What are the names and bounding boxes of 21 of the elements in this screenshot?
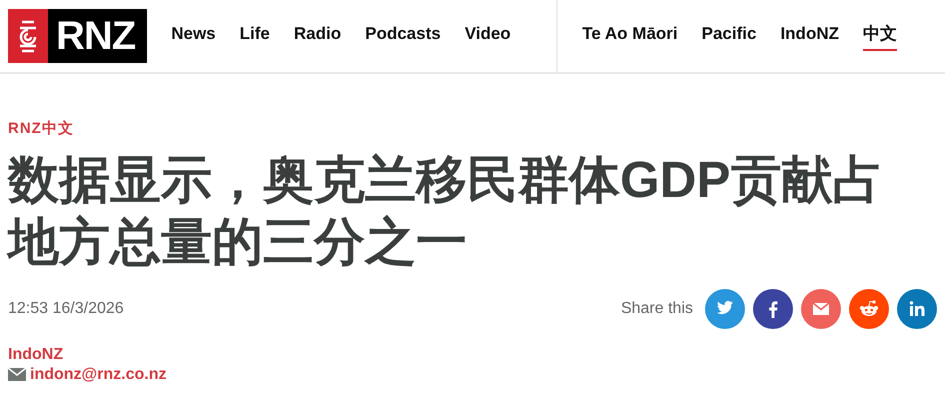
share-button[interactable] <box>753 288 793 328</box>
timestamp: 12:53 16/3/2026 <box>8 298 124 318</box>
rnz-logo[interactable]: RNZ <box>8 9 148 63</box>
mail-icon <box>8 368 26 381</box>
nav-link[interactable]: News <box>171 21 216 51</box>
email-link[interactable]: indonz@rnz.co.nz <box>30 364 166 384</box>
share-label: Share this <box>620 298 693 318</box>
headline: 数据显示，奥克兰移民群体GDP贡献占地方总量的三分之一 <box>8 150 885 272</box>
nav-link[interactable]: Te Ao Māori <box>582 21 678 51</box>
nav-link[interactable]: IndoNZ <box>780 21 839 51</box>
author-link[interactable]: IndoNZ <box>8 344 937 364</box>
section-label[interactable]: RNZ中文 <box>8 118 937 140</box>
nav-link[interactable]: Pacific <box>702 21 756 51</box>
nav-link[interactable]: Life <box>240 21 270 51</box>
logo-text: RNZ <box>48 9 148 63</box>
nav-link[interactable]: 中文 <box>863 21 897 51</box>
nav-link[interactable]: Video <box>464 21 511 51</box>
nav-link[interactable]: Podcasts <box>365 21 441 51</box>
share-button[interactable] <box>897 288 937 328</box>
nav-link[interactable]: Radio <box>294 21 342 51</box>
share-button[interactable] <box>849 288 889 328</box>
